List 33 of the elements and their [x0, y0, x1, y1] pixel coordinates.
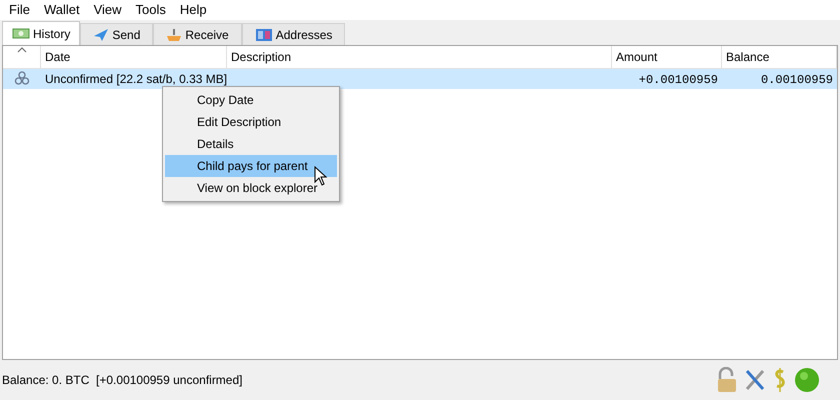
table-cell: Unconfirmed [22.2 sat/b, 0.33 MB]: [45, 72, 228, 86]
dollar-sign-icon[interactable]: [772, 367, 788, 393]
table-cell: +0.00100959: [638, 72, 718, 86]
menu-item[interactable]: Edit Description: [165, 111, 337, 133]
hexagons-icon: [14, 71, 30, 87]
menu-item[interactable]: Tools: [128, 0, 173, 20]
column-header[interactable]: Date: [41, 46, 227, 68]
padlock-icon[interactable]: [716, 367, 738, 393]
column-header[interactable]: Amount: [612, 46, 722, 68]
menu-item[interactable]: Wallet: [36, 0, 87, 20]
sort-indicator-icon[interactable]: [16, 47, 26, 53]
menu-item[interactable]: File: [2, 0, 37, 20]
tab[interactable]: Receive: [153, 23, 242, 45]
table-row[interactable]: Unconfirmed [22.2 sat/b, 0.33 MB] +0.00100959 0.00100959: [3, 69, 837, 89]
paper-plane-icon: [93, 28, 110, 42]
tray-icon: [166, 28, 182, 42]
banknote-icon: [12, 26, 30, 40]
menu-item[interactable]: View: [86, 0, 129, 20]
status-text: Balance: 0. BTC [+0.00100959 unconfirmed]: [2, 372, 242, 389]
table-cell: 0.00100959: [760, 72, 833, 86]
menu-item[interactable]: View on block explorer: [165, 177, 337, 199]
tab[interactable]: Send: [80, 23, 154, 45]
address-book-icon: [254, 28, 273, 42]
menu-item[interactable]: Copy Date: [165, 89, 337, 111]
menu-item[interactable]: Help: [172, 0, 214, 20]
tools-icon[interactable]: [744, 368, 766, 392]
column-header[interactable]: Balance: [722, 46, 837, 68]
tab[interactable]: History: [2, 21, 80, 45]
status-light-icon[interactable]: [794, 367, 820, 393]
menu-item[interactable]: Details: [165, 133, 337, 155]
column-header[interactable]: Description: [227, 46, 612, 68]
tab[interactable]: Addresses: [242, 23, 346, 45]
menu-item[interactable]: Child pays for parent: [165, 155, 337, 177]
